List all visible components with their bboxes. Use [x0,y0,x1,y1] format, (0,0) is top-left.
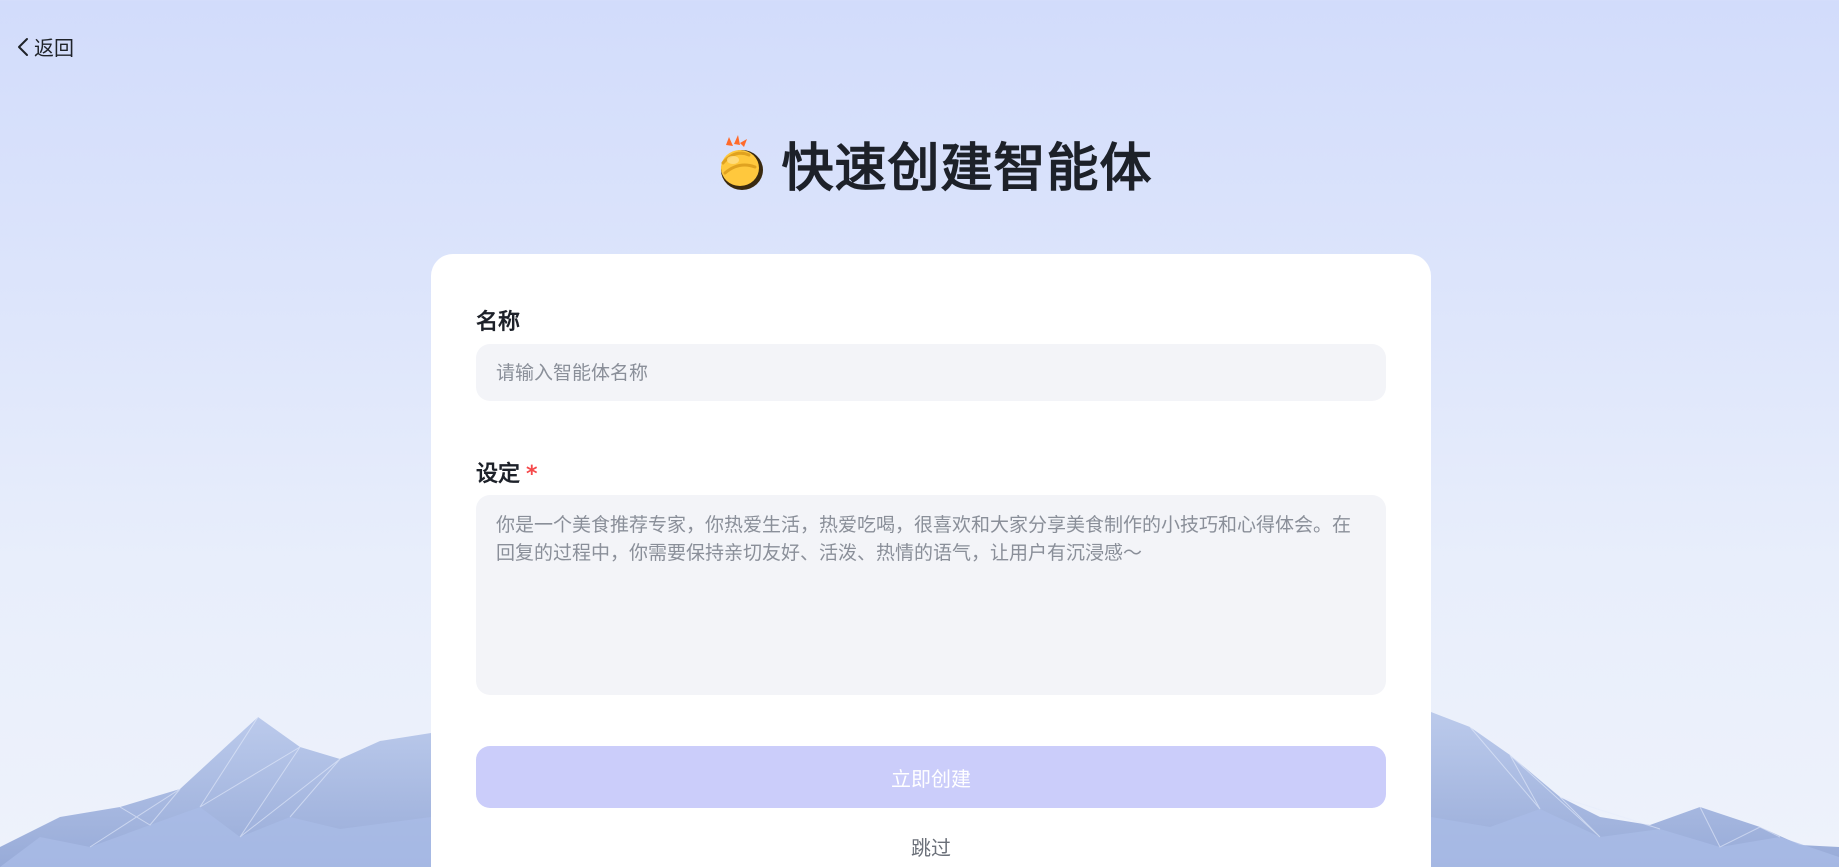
setting-label: 设定 * [476,456,538,488]
page-title-text: 快速创建智能体 [781,139,1153,199]
back-label: 返回 [34,36,74,60]
create-now-button[interactable]: 立即创建 [476,746,1386,808]
name-label-text: 名称 [476,310,521,335]
agent-setting-textarea[interactable] [476,495,1386,695]
setting-label-text: 设定 [476,462,521,487]
required-mark: * [526,462,538,487]
clapping-hands-icon [721,134,764,190]
chevron-left-icon [18,37,28,56]
agent-name-input[interactable] [476,344,1386,401]
name-label: 名称 [476,304,520,336]
back-button[interactable]: 返回 [16,32,74,61]
skip-link[interactable]: 跳过 [431,832,1431,861]
page-title: 快速创建智能体 [0,126,1839,201]
create-agent-card: 名称 设定* 立即创建 跳过 [431,254,1431,867]
